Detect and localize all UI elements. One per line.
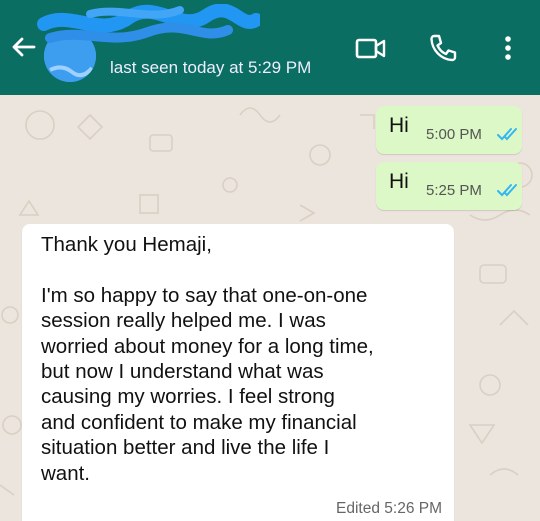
message-time: 5:25 PM — [426, 182, 482, 199]
message-text: Hi — [389, 170, 409, 193]
chat-area[interactable]: Hi 5:00 PM Hi 5:25 PM Thank you Hemaji, … — [0, 95, 540, 521]
message-text: Hi — [389, 114, 409, 137]
chat-header: last seen today at 5:29 PM — [0, 0, 540, 95]
incoming-message-bubble[interactable]: Thank you Hemaji, I'm so happy to say th… — [22, 224, 454, 521]
last-seen-status: last seen today at 5:29 PM — [110, 58, 312, 77]
phone-icon[interactable] — [425, 30, 461, 66]
more-vertical-icon[interactable] — [490, 30, 526, 66]
name-redaction-scribble — [37, 4, 260, 43]
message-time: 5:00 PM — [426, 126, 482, 143]
outgoing-message-bubble[interactable]: Hi 5:00 PM — [376, 106, 522, 154]
double-check-read-icon — [497, 184, 517, 197]
outgoing-message-bubble[interactable]: Hi 5:25 PM — [376, 162, 522, 210]
double-check-read-icon — [497, 128, 517, 141]
video-call-icon[interactable] — [353, 30, 389, 66]
message-text: Thank you Hemaji, I'm so happy to say th… — [41, 233, 374, 485]
message-time-edited: Edited 5:26 PM — [336, 500, 442, 517]
